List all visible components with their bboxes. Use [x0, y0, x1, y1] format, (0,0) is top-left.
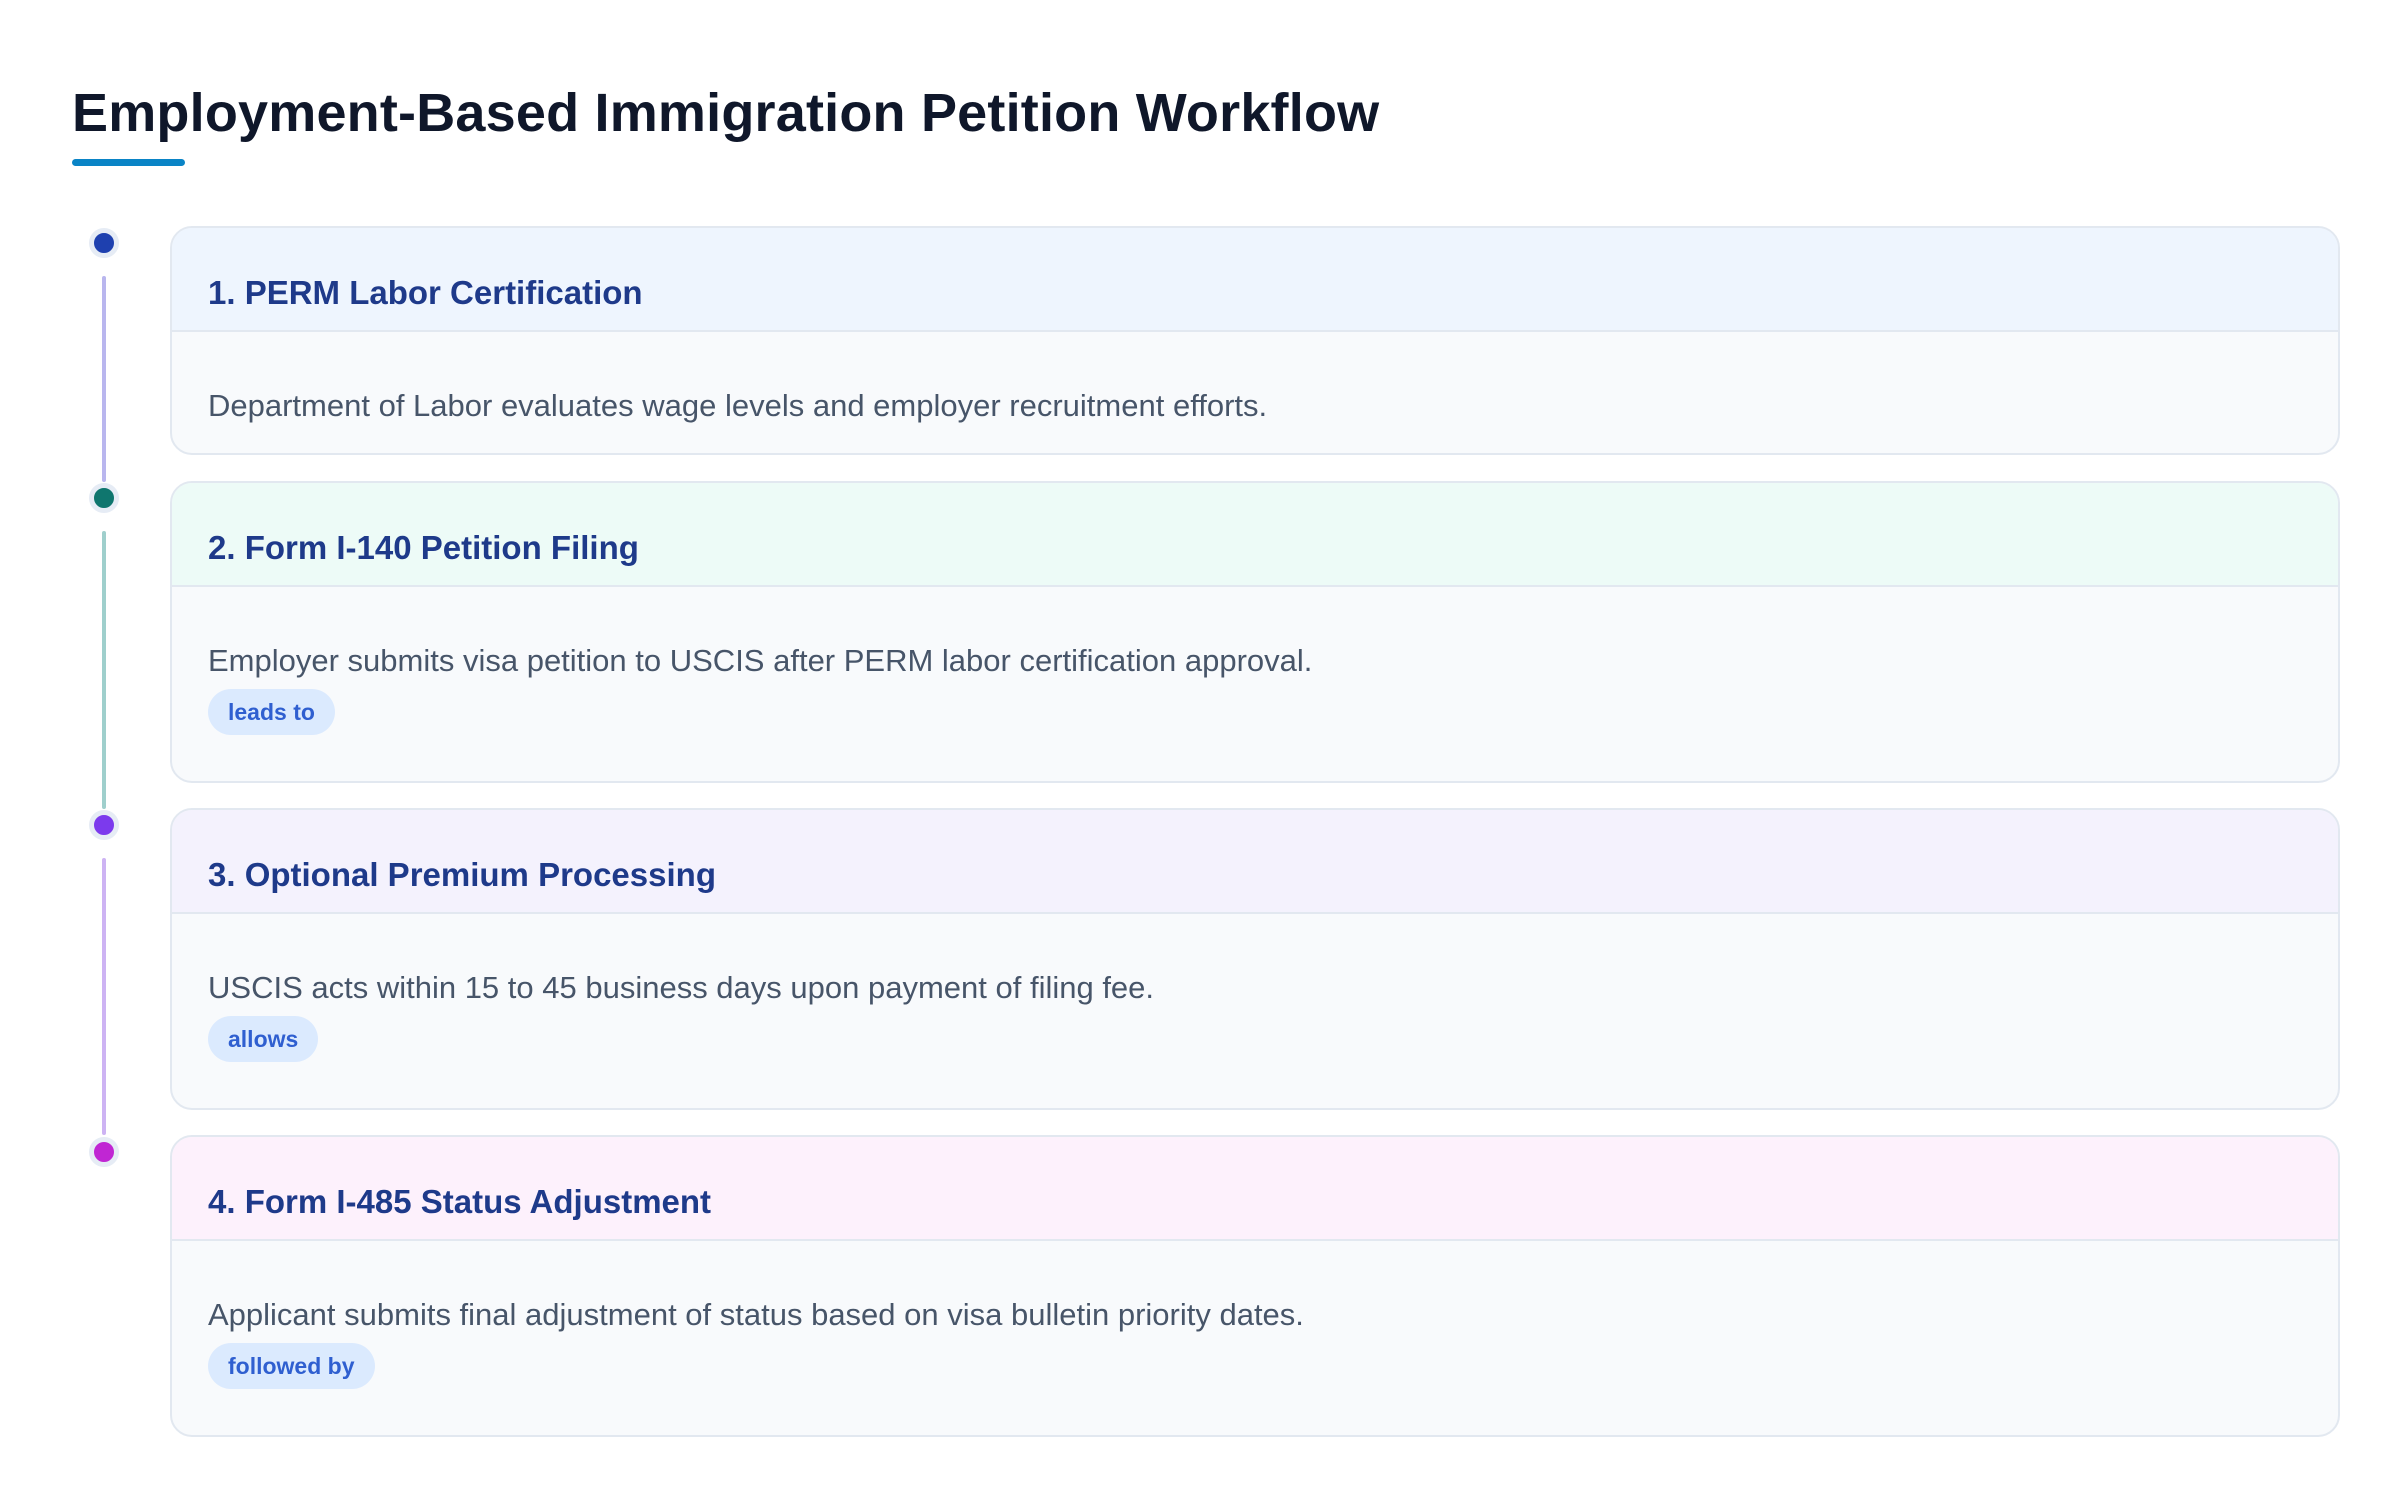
step-header: 3. Optional Premium Processing	[172, 810, 2338, 914]
relation-badge: followed by	[208, 1343, 375, 1389]
step-body: Employer submits visa petition to USCIS …	[172, 587, 2338, 735]
step-description: Applicant submits final adjustment of st…	[208, 1297, 1304, 1332]
timeline-node	[89, 228, 119, 258]
step-header: 1. PERM Labor Certification	[172, 228, 2338, 332]
timeline	[0, 0, 170, 1502]
step-description: Employer submits visa petition to USCIS …	[208, 643, 1313, 678]
step-title: 1. PERM Labor Certification	[208, 274, 643, 311]
workflow-page: Employment-Based Immigration Petition Wo…	[0, 0, 2400, 1502]
step-description: Department of Labor evaluates wage level…	[208, 388, 1268, 423]
step-header: 4. Form I-485 Status Adjustment	[172, 1137, 2338, 1241]
step-body: USCIS acts within 15 to 45 business days…	[172, 914, 2338, 1062]
step-header: 2. Form I-140 Petition Filing	[172, 483, 2338, 587]
relation-badge: leads to	[208, 689, 335, 735]
step-title: 4. Form I-485 Status Adjustment	[208, 1183, 712, 1220]
timeline-connector	[102, 531, 106, 809]
step-title: 3. Optional Premium Processing	[208, 856, 716, 893]
timeline-node	[89, 483, 119, 513]
step-card: 4. Form I-485 Status Adjustment Applican…	[170, 1135, 2340, 1437]
step-card: 3. Optional Premium Processing USCIS act…	[170, 808, 2340, 1110]
timeline-node	[89, 1137, 119, 1167]
step-body: Department of Labor evaluates wage level…	[172, 332, 2338, 424]
step-description: USCIS acts within 15 to 45 business days…	[208, 970, 1155, 1005]
step-title: 2. Form I-140 Petition Filing	[208, 529, 639, 566]
step-body: Applicant submits final adjustment of st…	[172, 1241, 2338, 1389]
timeline-connector	[102, 858, 106, 1135]
timeline-connector	[102, 276, 106, 482]
step-card: 2. Form I-140 Petition Filing Employer s…	[170, 481, 2340, 783]
step-card: 1. PERM Labor Certification Department o…	[170, 226, 2340, 455]
timeline-node	[89, 810, 119, 840]
page-title: Employment-Based Immigration Petition Wo…	[72, 83, 1380, 143]
relation-badge: allows	[208, 1016, 319, 1062]
